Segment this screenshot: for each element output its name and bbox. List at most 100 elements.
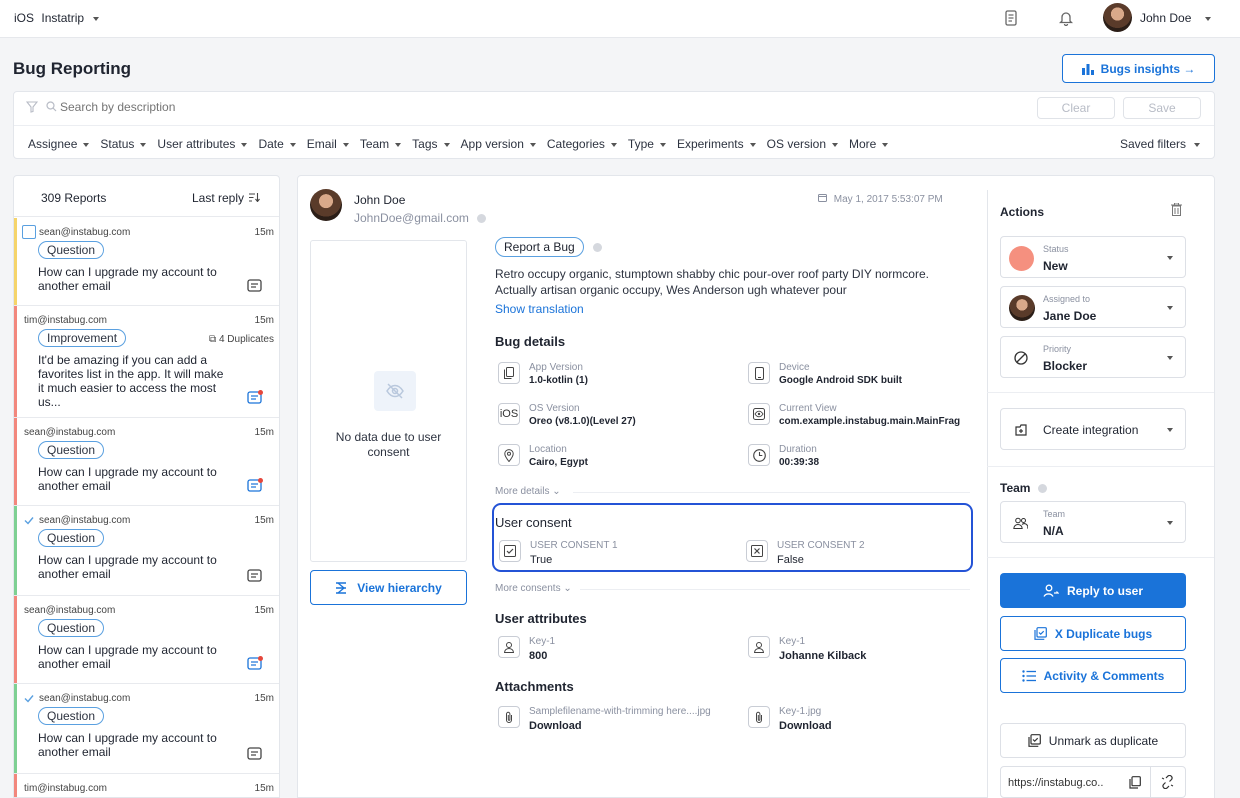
blocker-icon — [1014, 351, 1028, 368]
chevron-down-icon — [1167, 356, 1173, 360]
filter-type[interactable]: Type — [628, 137, 666, 151]
report-item[interactable]: sean@instabug.com 15m Question How can I up… — [14, 506, 279, 596]
filter-team[interactable]: Team — [360, 137, 402, 151]
filter-date[interactable]: Date — [258, 137, 296, 151]
chevron-down-icon — [1167, 428, 1173, 432]
more-consents-label: More consents — [495, 583, 561, 594]
bug-detail-value: Oreo (v8.1.0)(Level 27) — [529, 416, 636, 427]
chevron-down-icon — [1167, 306, 1173, 310]
filter-more[interactable]: More — [849, 137, 889, 151]
chevron-down-icon — [443, 142, 450, 147]
bell-icon[interactable] — [1058, 10, 1074, 29]
divider — [14, 216, 279, 217]
chevron-down-icon — [289, 142, 296, 147]
filter-tags[interactable]: Tags — [412, 137, 450, 151]
unlink-icon[interactable] — [1161, 774, 1174, 792]
report-tag: Question — [38, 441, 105, 459]
chat-icon[interactable] — [247, 278, 263, 297]
attachment-1-download[interactable]: Download — [529, 720, 582, 732]
duplicate-icon — [1034, 627, 1047, 640]
chevron-down-icon — [749, 142, 756, 147]
report-item[interactable]: sean@instabug.com 15m Question How can I up… — [14, 218, 279, 306]
priority-dropdown[interactable]: Priority Blocker — [1000, 336, 1186, 378]
report-email: sean@instabug.com — [39, 227, 131, 238]
checkmark-icon[interactable] — [24, 514, 34, 528]
show-translation-link[interactable]: Show translation — [495, 302, 584, 316]
view-hierarchy-button[interactable]: View hierarchy — [310, 570, 467, 605]
sort-dropdown[interactable]: Last reply — [192, 191, 261, 205]
report-email: sean@instabug.com — [39, 515, 131, 526]
status-color-dot — [1009, 246, 1034, 271]
trash-icon[interactable] — [1171, 202, 1182, 219]
avatar[interactable] — [1103, 3, 1132, 32]
chat-icon[interactable] — [247, 568, 263, 587]
filter-email[interactable]: Email — [307, 137, 349, 151]
priority-value: Blocker — [1043, 359, 1088, 373]
unread-chat-icon[interactable] — [247, 390, 263, 409]
assigned-label: Assigned to — [1043, 294, 1091, 304]
create-integration-dropdown[interactable]: Create integration — [1000, 408, 1186, 450]
chat-icon[interactable] — [247, 746, 263, 765]
unmark-duplicate-button[interactable]: Unmark as duplicate — [1000, 723, 1186, 758]
filter-experiments[interactable]: Experiments — [677, 137, 756, 151]
save-button[interactable]: Save — [1123, 97, 1201, 119]
attachment-2-download[interactable]: Download — [779, 720, 832, 732]
filter-label: Date — [258, 137, 284, 151]
info-icon[interactable] — [1037, 484, 1047, 493]
copy-icon[interactable] — [1129, 776, 1141, 792]
share-link[interactable]: https://instabug.co.. — [1008, 777, 1103, 789]
bug-detail-label: Location — [529, 444, 567, 455]
filter-user-attributes[interactable]: User attributes — [157, 137, 248, 151]
reply-to-user-button[interactable]: Reply to user — [1000, 573, 1186, 608]
notes-icon[interactable] — [1004, 10, 1018, 29]
consent-2-label: USER CONSENT 2 — [777, 540, 865, 551]
attachment-1-name: Samplefilename-with-trimming here....jpg — [529, 706, 711, 717]
user-name: John Doe — [1140, 11, 1192, 25]
chevron-down-icon — [832, 142, 838, 147]
team-dropdown[interactable]: Team N/A — [1000, 501, 1186, 543]
duplicate-bugs-button[interactable]: X Duplicate bugs — [1000, 616, 1186, 651]
report-item[interactable]: sean@instabug.com 15m Question How can I up… — [14, 418, 279, 506]
paperclip-icon — [748, 706, 770, 728]
filter-assignee[interactable]: Assignee — [28, 137, 90, 151]
date-text: May 1, 2017 5:53:07 PM — [833, 194, 943, 205]
search-input[interactable] — [60, 97, 1020, 117]
report-item[interactable]: sean@instabug.com 15m Question How can I up… — [14, 684, 279, 774]
filter-icon[interactable] — [25, 101, 39, 116]
info-icon[interactable] — [593, 243, 602, 252]
user-menu[interactable]: John Doe — [1140, 11, 1211, 25]
status-dropdown[interactable]: Status New — [1000, 236, 1186, 278]
bug-detail-value: 1.0-kotlin (1) — [529, 375, 588, 386]
filter-categories[interactable]: Categories — [547, 137, 617, 151]
report-item[interactable]: tim@instabug.com 15m — [14, 774, 279, 797]
consent-1-value: True — [530, 554, 553, 566]
report-item[interactable]: sean@instabug.com 15m Question How can I up… — [14, 596, 279, 684]
report-priority-bar — [14, 506, 17, 595]
avatar — [1009, 295, 1035, 321]
filter-os-version[interactable]: OS version — [767, 137, 838, 151]
saved-filters-dropdown[interactable]: Saved filters — [1120, 137, 1200, 151]
chevron-down-icon — [1204, 16, 1211, 21]
duplicates-count: ⧉ 4 Duplicates — [209, 334, 274, 345]
more-details-link[interactable]: More details ⌄ — [495, 486, 561, 497]
checkmark-icon[interactable] — [24, 692, 34, 706]
unread-chat-icon[interactable] — [247, 656, 263, 675]
bugs-insights-button[interactable]: Bugs insights → — [1062, 54, 1215, 83]
unread-chat-icon[interactable] — [247, 478, 263, 497]
report-time: 15m — [254, 605, 274, 616]
report-checkbox[interactable] — [22, 225, 36, 239]
report-priority-bar — [14, 684, 17, 773]
filter-app-version[interactable]: App version — [461, 137, 536, 151]
app-switcher[interactable]: iOS Instatrip — [14, 11, 100, 25]
divider — [987, 392, 1214, 393]
info-icon[interactable] — [477, 214, 487, 223]
assignee-dropdown[interactable]: Assigned to Jane Doe — [1000, 286, 1186, 328]
report-type-tag[interactable]: Report a Bug — [495, 237, 584, 257]
consent-1-label: USER CONSENT 1 — [530, 540, 618, 551]
more-consents-link[interactable]: More consents ⌄ — [495, 583, 572, 594]
filter-status[interactable]: Status — [100, 137, 147, 151]
eye-off-icon — [374, 371, 416, 411]
report-item[interactable]: tim@instabug.com 15m Improvement ⧉ 4 Duplic… — [14, 306, 279, 418]
clear-button[interactable]: Clear — [1037, 97, 1115, 119]
activity-comments-button[interactable]: Activity & Comments — [1000, 658, 1186, 693]
